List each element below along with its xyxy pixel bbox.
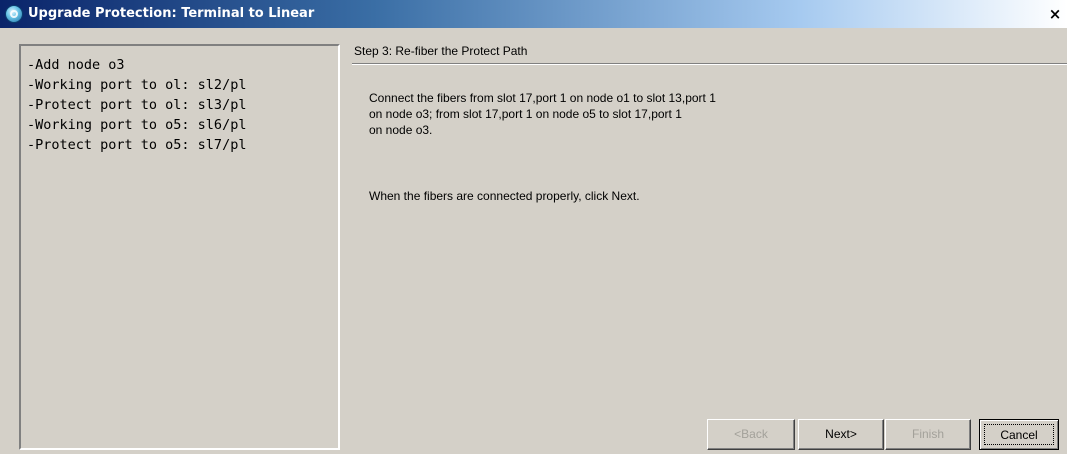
instruction-line: on node o3. <box>369 123 433 137</box>
back-button[interactable]: <Back <box>707 419 795 450</box>
summary-item-protect-port-o5: -Protect port to o5: sl7/pl <box>27 137 247 153</box>
close-button[interactable]: × <box>1047 6 1063 22</box>
cancel-button[interactable]: Cancel <box>979 419 1059 450</box>
summary-item-working-port-o5: -Working port to o5: sl6/pl <box>27 117 247 133</box>
summary-item-working-port-o1: -Working port to ol: sl2/pl <box>27 77 247 93</box>
title-bar[interactable]: Upgrade Protection: Terminal to Linear × <box>0 0 1067 28</box>
summary-item-protect-port-o1: -Protect port to ol: sl3/pl <box>27 97 247 113</box>
summary-item-add-node: -Add node o3 <box>27 57 125 73</box>
summary-list: -Add node o3 -Working port to ol: sl2/pl… <box>21 46 338 155</box>
instruction-line: on node o3; from slot 17,port 1 on node … <box>369 107 682 121</box>
instructions: Connect the fibers from slot 17,port 1 o… <box>369 90 839 138</box>
next-button[interactable]: Next> <box>798 419 884 450</box>
next-hint: When the fibers are connected properly, … <box>369 189 640 203</box>
wizard-dialog: Upgrade Protection: Terminal to Linear ×… <box>0 0 1067 454</box>
finish-button[interactable]: Finish <box>885 419 971 450</box>
summary-panel: -Add node o3 -Working port to ol: sl2/pl… <box>19 44 340 450</box>
instruction-line: Connect the fibers from slot 17,port 1 o… <box>369 91 716 105</box>
step-divider <box>352 63 1067 65</box>
step-title: Step 3: Re-fiber the Protect Path <box>354 44 528 58</box>
window-title: Upgrade Protection: Terminal to Linear <box>28 6 315 21</box>
cancel-button-label: Cancel <box>984 424 1054 445</box>
app-globe-icon <box>5 5 23 23</box>
